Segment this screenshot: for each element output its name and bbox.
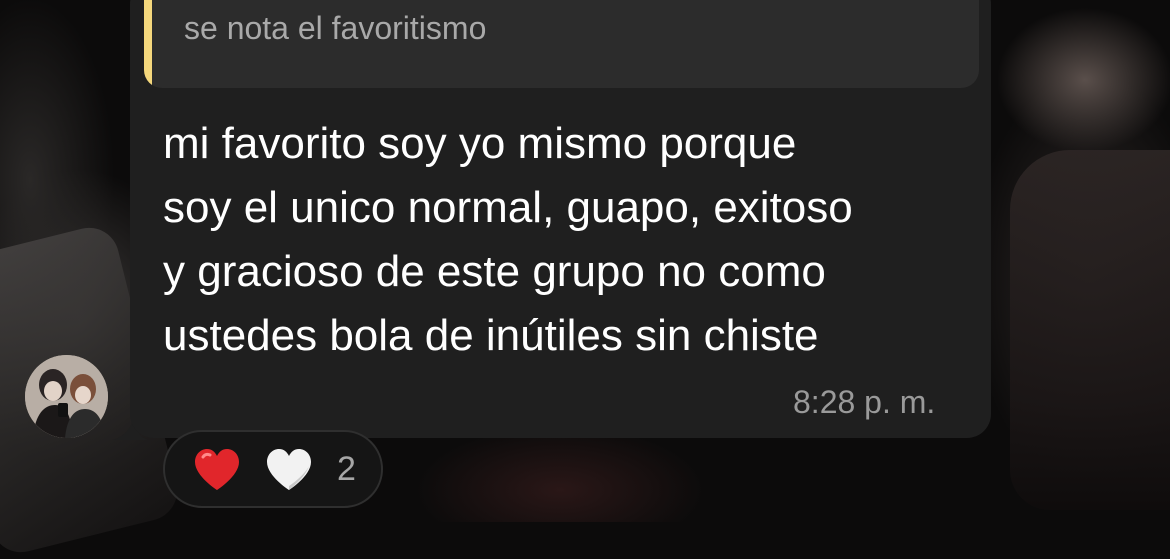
- message-bubble[interactable]: se nota el favoritismo mi favorito soy y…: [130, 0, 991, 438]
- quote-accent-bar: [144, 0, 152, 88]
- message-text: mi favorito soy yo mismo porque soy el u…: [163, 112, 983, 368]
- message-line-4: ustedes bola de inútiles sin chiste: [163, 311, 819, 360]
- reactions-pill[interactable]: 2: [163, 430, 383, 508]
- reply-quote[interactable]: se nota el favoritismo: [144, 0, 979, 88]
- avatar-photo-icon: [25, 355, 108, 438]
- message-line-2: soy el unico normal, guapo, exitoso: [163, 183, 853, 232]
- message-line-3: y gracioso de este grupo no como: [163, 247, 826, 296]
- white-heart-icon: [267, 449, 311, 490]
- quoted-message-text: se nota el favoritismo: [184, 10, 487, 46]
- message-timestamp: 8:28 p. m.: [793, 384, 936, 420]
- background-photo-right: [1010, 150, 1170, 510]
- message-line-1: mi favorito soy yo mismo porque: [163, 119, 797, 168]
- red-heart-icon: [195, 449, 239, 490]
- reaction-count: 2: [337, 450, 356, 488]
- sender-avatar[interactable]: [25, 355, 108, 438]
